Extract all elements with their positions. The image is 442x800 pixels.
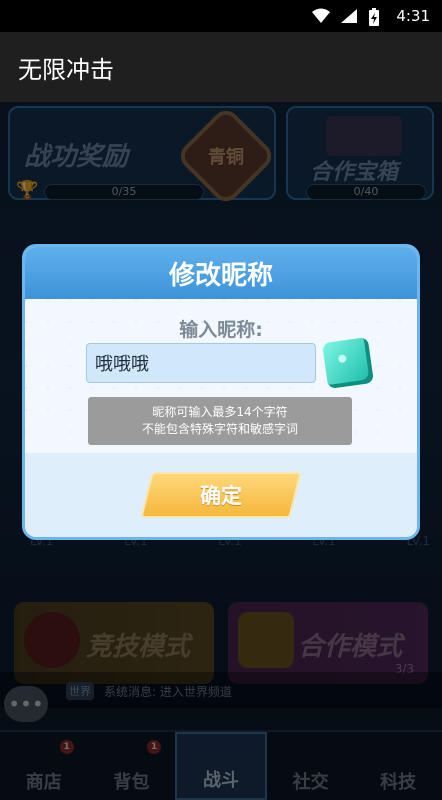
- dialog-header: 修改昵称: [25, 247, 417, 299]
- nickname-input[interactable]: [86, 343, 316, 383]
- confirm-label: 确定: [200, 484, 242, 508]
- signal-icon: [340, 8, 358, 24]
- wifi-icon: [312, 8, 331, 24]
- hint-line-1: 昵称可输入最多14个字符: [152, 405, 288, 419]
- app-bar: 无限冲击: [0, 32, 442, 102]
- app-title: 无限冲击: [18, 55, 114, 84]
- dialog-title: 修改昵称: [168, 260, 273, 291]
- battery-charging-icon: [368, 8, 386, 26]
- random-dice-icon[interactable]: [322, 337, 374, 389]
- status-time: 4:31: [396, 7, 430, 25]
- hint-line-2: 不能包含特殊字符和敏感字词: [141, 422, 298, 436]
- confirm-button[interactable]: 确定: [140, 472, 302, 518]
- nickname-hint: 昵称可输入最多14个字符 不能包含特殊字符和敏感字词: [88, 397, 352, 445]
- status-bar: 4:31: [0, 0, 442, 32]
